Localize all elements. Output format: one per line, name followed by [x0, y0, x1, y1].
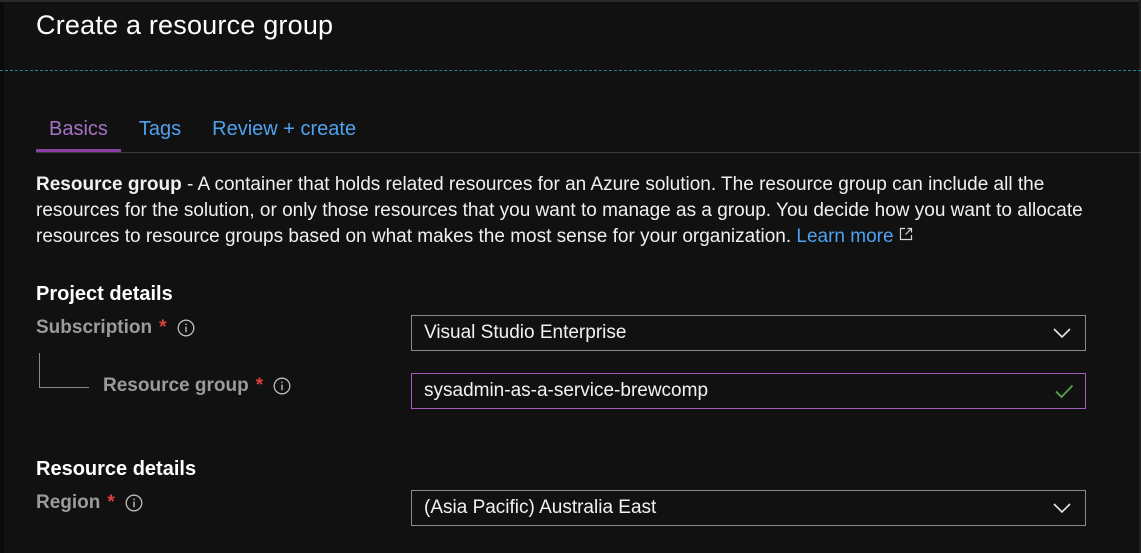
info-icon[interactable]: [177, 319, 195, 337]
resource-group-description: Resource group - A container that holds …: [36, 172, 1106, 250]
tab-bar: Basics Tags Review + create: [36, 110, 369, 152]
resource-details-heading: Resource details: [36, 458, 197, 480]
tab-review-create[interactable]: Review + create: [199, 110, 369, 144]
top-frame-edge: [0, 0, 1141, 2]
learn-more-link[interactable]: Learn more: [796, 226, 912, 247]
subscription-dropdown[interactable]: Visual Studio Enterprise: [411, 315, 1086, 351]
resource-group-input[interactable]: sysadmin-as-a-service-brewcomp: [411, 373, 1086, 409]
info-icon[interactable]: [125, 494, 143, 512]
resource-group-label-text: Resource group: [103, 375, 249, 396]
region-dropdown[interactable]: (Asia Pacific) Australia East: [411, 490, 1086, 526]
resource-group-label: Resource group *: [103, 375, 291, 397]
required-asterisk: *: [255, 375, 264, 396]
tab-basics[interactable]: Basics: [36, 110, 121, 152]
description-text: - A container that holds related resourc…: [36, 174, 1083, 247]
region-label: Region *: [36, 492, 143, 514]
checkmark-icon: [1055, 384, 1074, 399]
info-icon[interactable]: [273, 377, 291, 395]
region-label-text: Region: [36, 492, 101, 513]
project-details-heading: Project details: [36, 283, 173, 305]
left-frame-edge: [0, 0, 4, 553]
chevron-down-icon: [1053, 328, 1071, 339]
learn-more-label: Learn more: [796, 226, 894, 247]
description-lead: Resource group: [36, 174, 182, 195]
tab-bar-underline: [36, 152, 1141, 153]
create-resource-group-blade: Create a resource group Basics Tags Revi…: [0, 0, 1141, 553]
subscription-value: Visual Studio Enterprise: [424, 322, 627, 343]
tree-connector-horizontal: [39, 387, 89, 388]
external-link-icon: [899, 227, 912, 241]
region-value: (Asia Pacific) Australia East: [424, 497, 657, 518]
tree-connector-vertical: [39, 353, 40, 388]
required-asterisk: *: [107, 492, 115, 513]
subscription-label-text: Subscription: [36, 317, 153, 338]
chevron-down-icon: [1053, 503, 1071, 514]
required-asterisk: *: [159, 317, 167, 338]
resource-group-value: sysadmin-as-a-service-brewcomp: [424, 380, 709, 401]
subscription-label: Subscription *: [36, 317, 195, 339]
page-title: Create a resource group: [36, 10, 334, 40]
tab-tags[interactable]: Tags: [126, 110, 194, 144]
header-separator: [0, 70, 1141, 71]
